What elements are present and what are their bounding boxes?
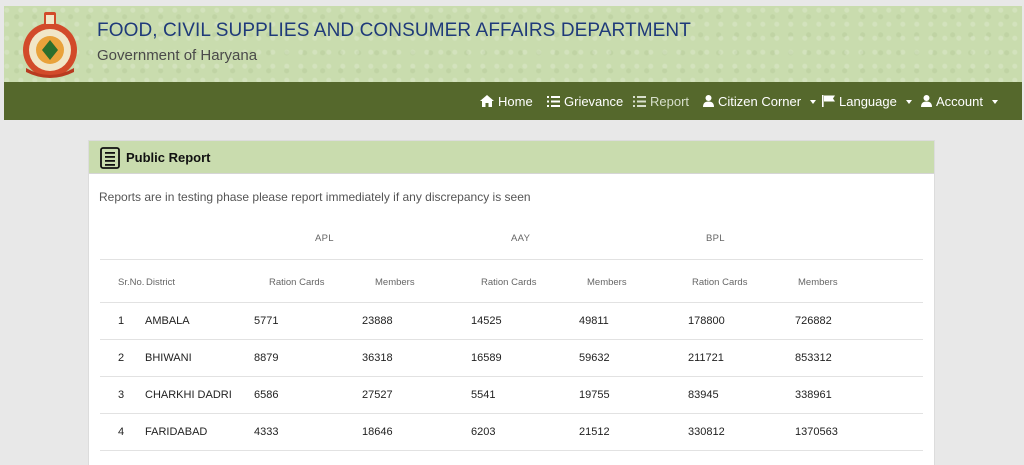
- report-icon: [100, 147, 120, 169]
- chevron-down-icon: [905, 99, 912, 104]
- user-icon: [703, 95, 714, 107]
- cell-srno: 1: [118, 315, 125, 327]
- nav-citizen-corner[interactable]: Citizen Corner: [703, 82, 817, 120]
- list-icon: [633, 95, 646, 107]
- cell-aay-members: 21512: [579, 426, 610, 438]
- cell-aay-members: 59632: [579, 352, 610, 364]
- nav-account[interactable]: Account: [921, 82, 998, 120]
- cell-apl-ration-cards: 4333: [254, 426, 279, 438]
- col-header-aay-members: Members: [587, 277, 627, 288]
- site-header: FOOD, CIVIL SUPPLIES AND CONSUMER AFFAIR…: [4, 6, 1022, 82]
- nav-account-label: Account: [936, 93, 983, 109]
- nav-grievance[interactable]: Grievance: [547, 82, 623, 120]
- cell-srno: 3: [118, 389, 125, 401]
- cell-aay-members: 49811: [579, 315, 609, 327]
- home-icon: [480, 95, 494, 107]
- list-icon: [547, 95, 560, 107]
- department-title: FOOD, CIVIL SUPPLIES AND CONSUMER AFFAIR…: [97, 20, 691, 41]
- col-header-aay-ration-cards: Ration Cards: [481, 277, 537, 288]
- panel-header: Public Report: [89, 141, 934, 174]
- cell-bpl-ration-cards: 178800: [688, 315, 725, 327]
- cell-aay-ration-cards: 5541: [471, 389, 496, 401]
- cell-district: BHIWANI: [145, 352, 192, 364]
- cell-apl-members: 27527: [362, 389, 393, 401]
- cell-aay-ration-cards: 16589: [471, 352, 502, 364]
- chevron-down-icon: [810, 99, 817, 104]
- group-header-apl: APL: [315, 233, 334, 244]
- col-header-apl-ration-cards: Ration Cards: [269, 277, 325, 288]
- group-header-bpl: BPL: [706, 233, 725, 244]
- table-divider: [100, 259, 923, 260]
- cell-bpl-members: 726882: [795, 315, 832, 327]
- cell-aay-ration-cards: 6203: [471, 426, 496, 438]
- main-navbar: Home Grievance Report Citizen Corner Lan…: [4, 82, 1022, 120]
- cell-apl-members: 23888: [362, 315, 393, 327]
- cell-srno: 4: [118, 426, 125, 438]
- testing-notice: Reports are in testing phase please repo…: [99, 190, 531, 204]
- nav-language[interactable]: Language: [822, 82, 912, 120]
- cell-district: FARIDABAD: [145, 426, 208, 438]
- table-divider: [100, 302, 923, 303]
- cell-apl-ration-cards: 8879: [254, 352, 279, 364]
- department-subtitle: Government of Haryana: [97, 47, 258, 64]
- nav-report-label: Report: [650, 93, 690, 109]
- cell-bpl-members: 338961: [795, 389, 832, 401]
- chevron-down-icon: [991, 99, 998, 104]
- cell-apl-ration-cards: 5771: [254, 315, 279, 327]
- nav-citizen-corner-label: Citizen Corner: [718, 93, 802, 109]
- nav-home-label: Home: [498, 93, 533, 109]
- table-divider: [100, 376, 923, 377]
- cell-district: AMBALA: [145, 315, 190, 327]
- nav-grievance-label: Grievance: [564, 93, 624, 109]
- group-header-aay: AAY: [511, 233, 531, 244]
- cell-bpl-members: 1370563: [795, 426, 838, 438]
- table-divider: [100, 339, 923, 340]
- col-header-bpl-ration-cards: Ration Cards: [692, 277, 748, 288]
- col-header-srno: Sr.No.: [118, 277, 145, 288]
- col-header-apl-members: Members: [375, 277, 415, 288]
- table-divider: [100, 413, 923, 414]
- col-header-bpl-members: Members: [798, 277, 838, 288]
- table-divider: [100, 450, 923, 451]
- col-header-district: District: [146, 277, 176, 288]
- cell-apl-members: 36318: [362, 352, 393, 364]
- cell-apl-ration-cards: 6586: [254, 389, 279, 401]
- cell-aay-members: 19755: [579, 389, 610, 401]
- cell-bpl-ration-cards: 83945: [688, 389, 719, 401]
- cell-bpl-members: 853312: [795, 352, 832, 364]
- nav-home[interactable]: Home: [480, 82, 533, 120]
- haryana-emblem-icon: [23, 12, 77, 78]
- cell-bpl-ration-cards: 211721: [688, 352, 724, 364]
- cell-srno: 2: [118, 352, 125, 364]
- panel-title: Public Report: [126, 150, 211, 165]
- cell-district: CHARKHI DADRI: [145, 389, 232, 401]
- cell-aay-ration-cards: 14525: [471, 315, 502, 327]
- nav-report[interactable]: Report: [633, 82, 689, 120]
- cell-bpl-ration-cards: 330812: [688, 426, 725, 438]
- user-icon: [921, 95, 932, 107]
- flag-icon: [822, 95, 835, 107]
- public-report-panel: Public Report Reports are in testing pha…: [88, 140, 935, 465]
- cell-apl-members: 18646: [362, 426, 393, 438]
- nav-language-label: Language: [839, 93, 897, 109]
